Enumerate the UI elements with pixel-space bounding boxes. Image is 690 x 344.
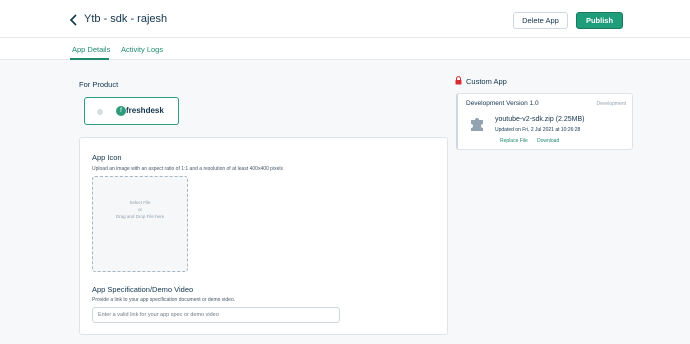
- dropzone-select-text: Select File: [129, 200, 151, 205]
- tab-bar: App Details Activity Logs: [0, 38, 690, 60]
- product-option-freshdesk[interactable]: f freshdesk: [84, 97, 179, 125]
- chevron-left-icon[interactable]: [68, 13, 80, 27]
- app-icon-label: App Icon: [92, 153, 122, 162]
- version-title: Development Version 1.0: [466, 100, 539, 107]
- download-link[interactable]: Download: [537, 138, 559, 144]
- app-icon-help-text: Upload an image with an aspect ratio of …: [92, 166, 283, 172]
- app-details-form: App Icon Upload an image with an aspect …: [79, 137, 448, 335]
- file-name: youtube-v2-sdk.zip (2.25MB): [495, 116, 585, 123]
- replace-file-link[interactable]: Replace File: [500, 138, 528, 144]
- version-card: Development Version 1.0 Development yout…: [456, 93, 633, 150]
- dropzone-drag-text: Drag and Drop File here: [115, 214, 165, 219]
- puzzle-icon: [471, 118, 483, 131]
- freshdesk-logo-icon: f: [116, 106, 126, 116]
- delete-app-button[interactable]: Delete App: [513, 12, 568, 29]
- version-badge: Development: [596, 101, 626, 107]
- tab-app-details[interactable]: App Details: [72, 45, 110, 54]
- lock-icon: [455, 76, 462, 85]
- publish-button[interactable]: Publish: [576, 12, 623, 29]
- product-name: freshdesk: [126, 106, 164, 115]
- active-tab-indicator: [70, 58, 109, 60]
- app-header: Ytb - sdk - rajesh Delete App Publish: [0, 0, 690, 38]
- spec-label: App Specification/Demo Video: [92, 285, 194, 294]
- product-radio[interactable]: [97, 109, 103, 115]
- updated-timestamp: Updated on Fri, 2 Jul 2021 at 10:26:28: [495, 127, 581, 133]
- spec-link-input[interactable]: [92, 307, 340, 323]
- tab-activity-logs[interactable]: Activity Logs: [121, 45, 163, 54]
- spec-help-text: Provide a link to your app specification…: [92, 297, 236, 303]
- for-product-label: For Product: [79, 80, 119, 89]
- app-icon-dropzone[interactable]: Select File or Drag and Drop File here: [92, 176, 188, 272]
- page-title: Ytb - sdk - rajesh: [84, 13, 168, 25]
- custom-app-label: Custom App: [466, 77, 507, 86]
- dropzone-or-text: or: [137, 207, 142, 212]
